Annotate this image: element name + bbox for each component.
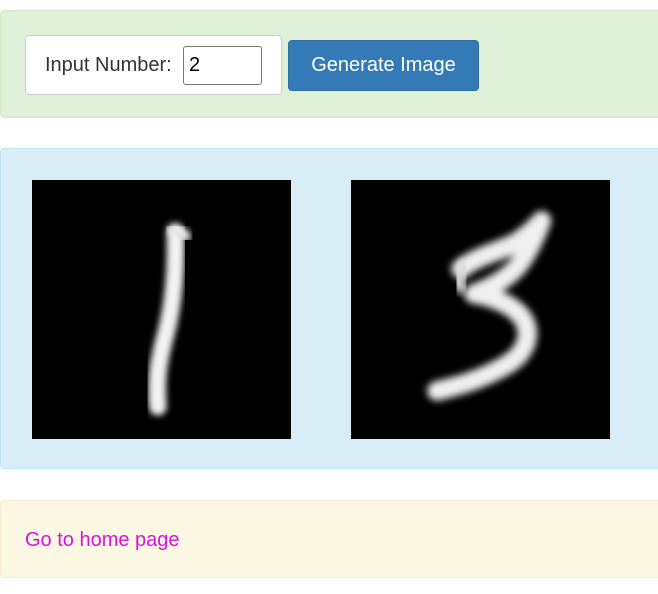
input-number-label: Input Number: bbox=[45, 54, 172, 76]
generated-images-panel bbox=[0, 148, 658, 469]
navigation-panel: Go to home page bbox=[0, 500, 658, 578]
generate-image-button[interactable]: Generate Image bbox=[288, 40, 479, 91]
generated-digit-image-2 bbox=[351, 180, 610, 439]
generated-digit-image-1 bbox=[32, 180, 291, 439]
input-group: Input Number: bbox=[25, 35, 282, 95]
home-page-link[interactable]: Go to home page bbox=[25, 528, 180, 552]
generate-form-panel: Input Number: Generate Image bbox=[0, 10, 658, 118]
number-input[interactable] bbox=[183, 46, 262, 85]
